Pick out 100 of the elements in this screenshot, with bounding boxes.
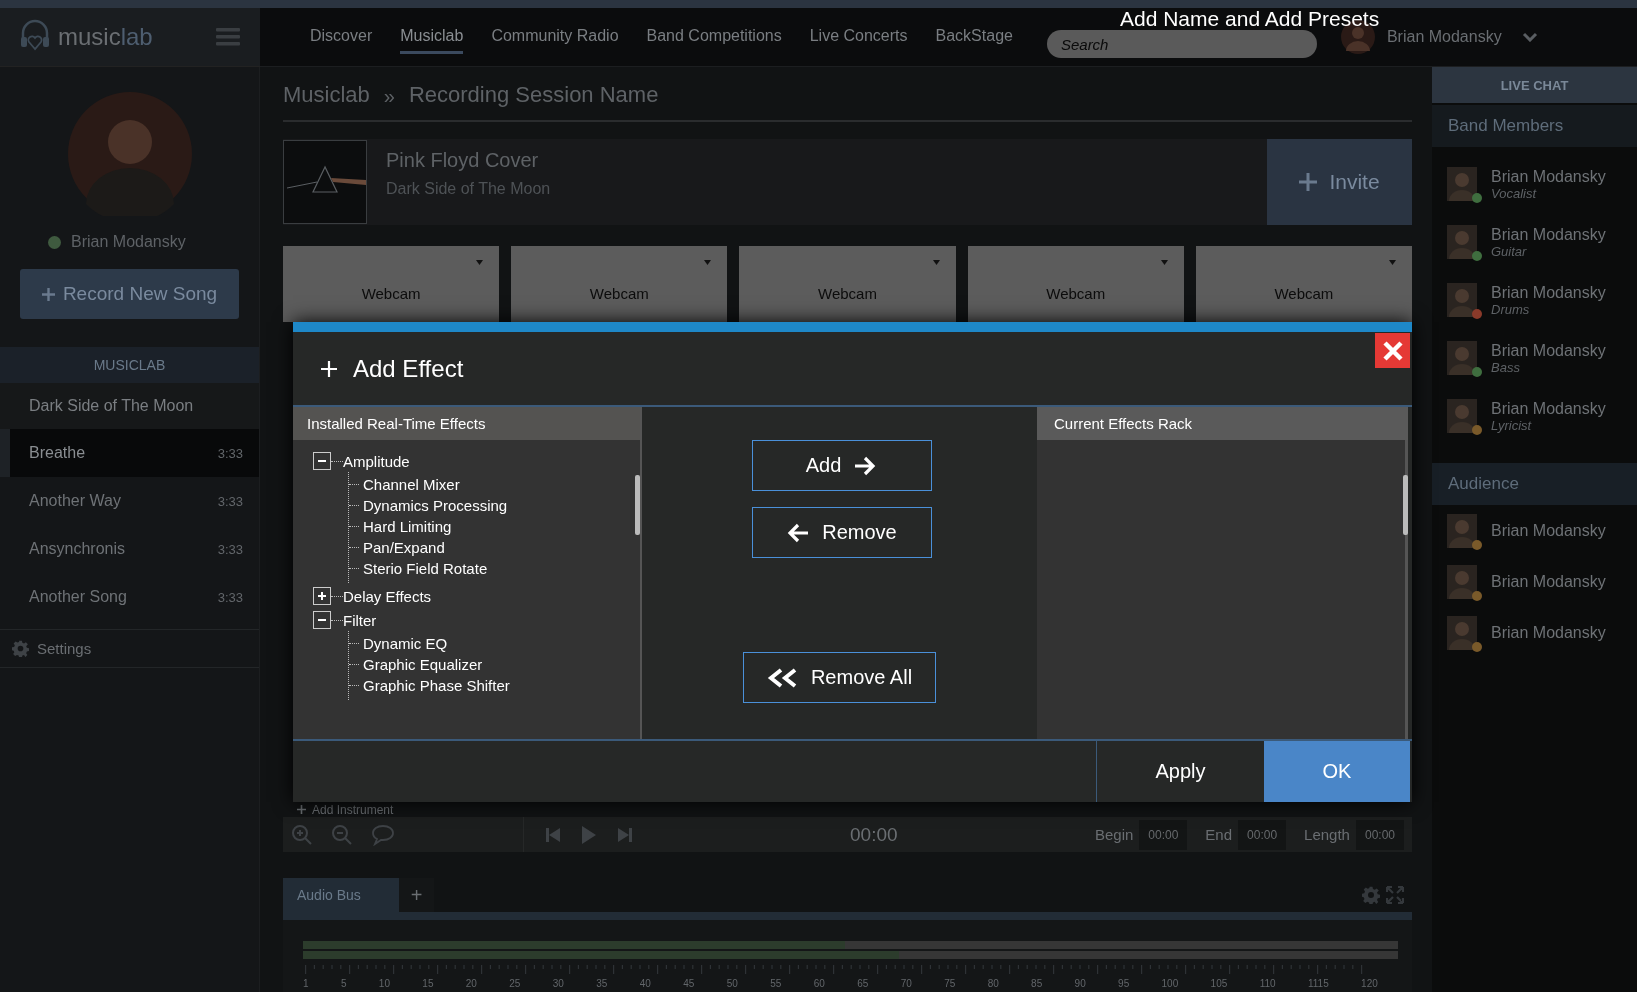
ruler-label: 80 [987,978,999,989]
skip-back-icon[interactable] [546,827,560,842]
scrollbar-thumb[interactable] [635,475,640,535]
tree-item[interactable]: Delay Effects [343,587,432,605]
song-item[interactable]: Ansynchronis 3:33 [0,525,259,573]
member-avatar [1447,167,1477,201]
scrollbar-thumb[interactable] [1403,475,1408,535]
nav-tab[interactable]: Discover [310,20,373,54]
length-field[interactable]: 00:00 [1355,819,1404,850]
member-role: Bass [1491,359,1521,375]
member-name[interactable]: Brian Modansky [1491,283,1606,302]
user-name[interactable]: Brian Modansky [1386,28,1502,46]
plus-icon [1299,173,1318,191]
section-header: MUSICLAB [0,347,259,383]
song-item[interactable]: Breathe 3:33 [0,429,259,477]
chevron-down-icon[interactable] [1521,32,1538,42]
member-avatar [1447,225,1477,259]
tree-item[interactable]: Hard Limiting [363,518,452,535]
nav-tab[interactable]: Musiclab [400,20,464,54]
member-name[interactable]: Brian Modansky [1491,572,1606,591]
time-display: 00:00 [850,823,898,846]
dropdown-caret-icon[interactable] [932,260,940,265]
session-subtitle: Dark Side of The Moon [386,180,552,198]
invite-button[interactable]: Invite [1267,139,1412,225]
nav-tab[interactable]: BackStage [935,20,1013,54]
plus-icon [41,287,55,301]
breadcrumb-link[interactable]: Musiclab [283,82,370,108]
zoom-out-icon[interactable] [331,823,353,846]
settings-icon[interactable] [1362,886,1380,904]
add-button[interactable]: Add [751,440,932,491]
live-chat-tab[interactable]: LIVE CHAT [1432,67,1637,103]
begin-label: Begin [1094,826,1134,843]
webcam-tile[interactable]: Webcam [283,246,500,322]
dropdown-caret-icon[interactable] [1389,260,1396,265]
dropdown-caret-icon[interactable] [1160,260,1168,265]
song-duration: 3:33 [217,589,243,605]
tree-item[interactable]: Sterio Field Rotate [363,560,488,577]
profile-name: Brian Modansky [71,233,186,251]
record-new-song-button[interactable]: Record New Song [20,269,239,319]
member-role: Vocalist [1491,185,1538,201]
search-field[interactable]: Search [1046,30,1317,58]
dropdown-caret-icon[interactable] [704,260,712,265]
audio-bus-tab[interactable]: Audio Bus [283,878,399,912]
member-name[interactable]: Brian Modansky [1491,399,1606,418]
begin-field[interactable]: 00:00 [1139,819,1188,850]
close-button[interactable] [1375,333,1410,368]
dropdown-caret-icon[interactable] [476,260,484,265]
member-name[interactable]: Brian Modansky [1491,167,1606,186]
member-name[interactable]: Brian Modansky [1491,623,1606,642]
song-duration: 3:33 [217,493,243,509]
settings-icon [12,640,29,657]
apply-button[interactable]: Apply [1096,741,1264,802]
arrow-right-icon [853,455,878,476]
collapse-icon[interactable] [313,452,331,470]
plus-icon [297,805,306,814]
menu-icon[interactable] [216,28,240,46]
remove-button[interactable]: Remove [751,507,932,558]
tree-item[interactable]: Graphic Equalizer [363,656,483,673]
ruler-label: 110 [1259,978,1276,989]
add-instrument-button[interactable]: Add Instrument [283,802,394,817]
remove-all-button[interactable]: Remove All [743,652,936,703]
comment-icon[interactable] [371,823,395,846]
ruler-label: 105 [1210,978,1228,989]
zoom-in-icon[interactable] [291,823,313,846]
song-item[interactable]: Another Way 3:33 [0,477,259,525]
brand-logo[interactable]: musiclab [58,23,153,51]
member-avatar [1447,513,1477,548]
webcam-tile[interactable]: Webcam [511,246,728,322]
panel-header: Installed Real-Time Effects [293,407,640,440]
song-item[interactable]: Another Song 3:33 [0,573,259,621]
tree-item[interactable]: Amplitude [343,452,410,470]
member-name[interactable]: Brian Modansky [1491,225,1606,244]
double-chevron-left-icon [766,667,799,688]
webcam-tile[interactable]: Webcam [967,246,1184,322]
webcam-tile[interactable]: Webcam [739,246,956,322]
ruler-label: 35 [596,978,608,989]
ruler-label: 100 [1161,978,1179,989]
member-name[interactable]: Brian Modansky [1491,341,1606,360]
settings-link[interactable]: Settings [0,629,259,668]
ruler-label: 50 [726,978,738,989]
song-title: Another Way [29,492,121,510]
tree-item[interactable]: Pan/Expand [363,539,445,556]
member-name[interactable]: Brian Modansky [1491,521,1606,540]
play-icon[interactable] [582,825,596,844]
dialog-title: Add Effect [321,354,464,383]
ok-button[interactable]: OK [1264,741,1410,802]
tree-item[interactable]: Dynamic EQ [363,635,448,652]
tree-item[interactable]: Graphic Phase Shifter [363,677,510,694]
tree-item[interactable]: Filter [343,611,377,629]
skip-forward-icon[interactable] [618,827,632,842]
ruler-label: 85 [1031,978,1043,989]
ruler-label: 5 [340,978,347,989]
nav-tab[interactable]: Live Concerts [809,20,908,54]
end-field[interactable]: 00:00 [1238,819,1287,850]
nav-tab[interactable]: Community Radio [491,20,619,54]
tree-item[interactable]: Dynamics Processing [363,497,508,514]
nav-tab[interactable]: Band Competitions [646,20,782,54]
collapse-icon[interactable] [313,611,331,629]
webcam-tile[interactable]: Webcam [1195,246,1412,322]
tree-item[interactable]: Channel Mixer [363,476,460,493]
